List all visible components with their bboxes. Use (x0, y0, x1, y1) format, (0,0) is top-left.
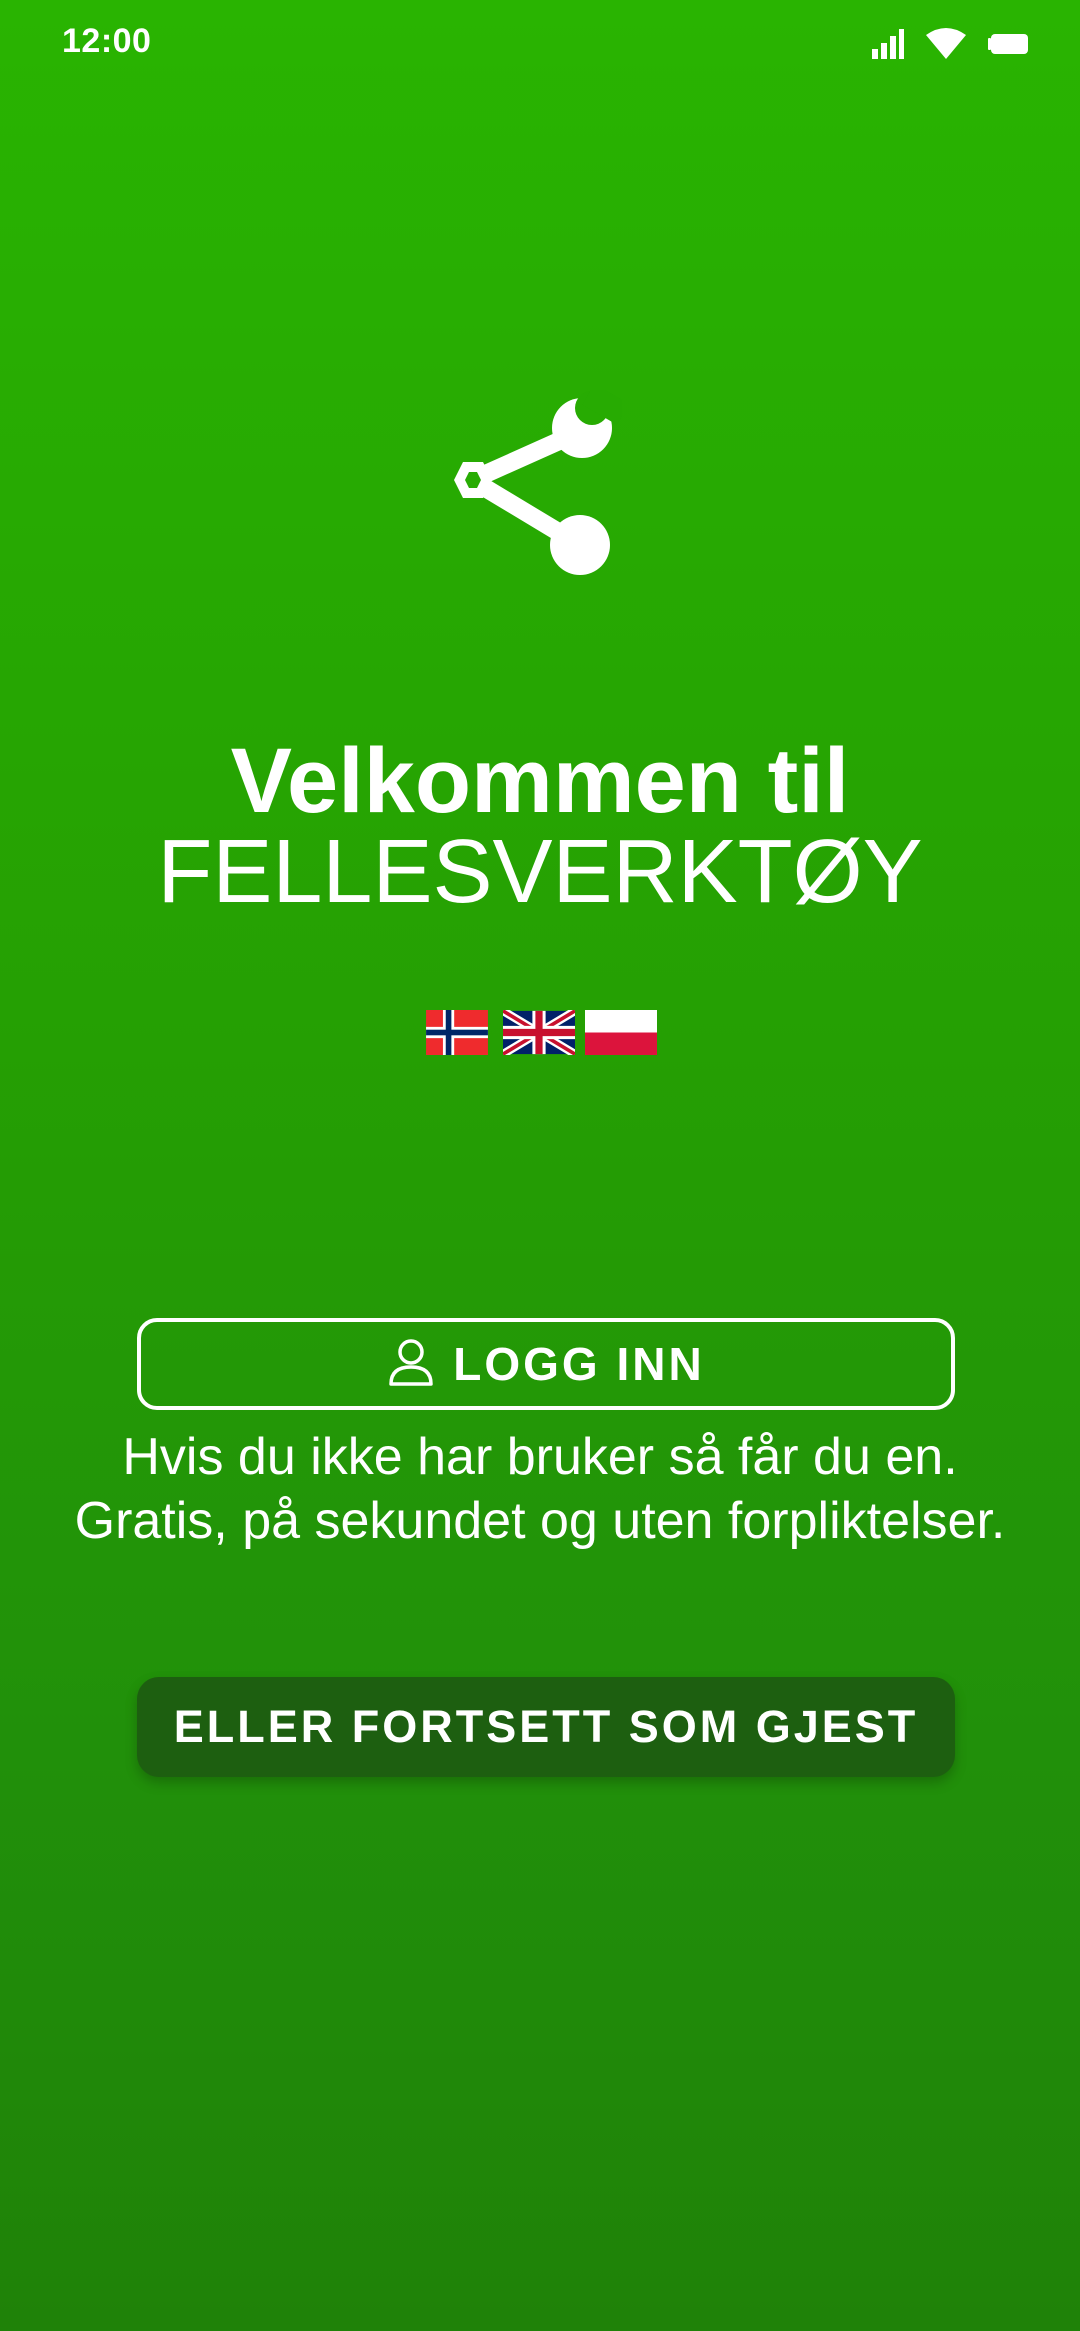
share-wrench-icon (432, 383, 629, 590)
language-selector (421, 1010, 657, 1055)
signup-info: Hvis du ikke har bruker så får du en. Gr… (0, 1425, 1080, 1553)
flag-norway-icon[interactable] (421, 1010, 493, 1055)
user-icon (387, 1337, 435, 1392)
battery-icon (988, 32, 1028, 61)
login-label: LOGG INN (453, 1338, 705, 1390)
status-icons (870, 26, 1028, 66)
status-time: 12:00 (62, 22, 152, 60)
welcome-title: Velkommen til (230, 730, 850, 832)
welcome-heading: Velkommen til FELLESVERKTØY (0, 735, 1080, 917)
app-name: FELLESVERKTØY (157, 822, 923, 922)
flag-poland-icon[interactable] (585, 1010, 657, 1055)
info-line-2: Gratis, på sekundet og uten forpliktelse… (74, 1492, 1006, 1550)
status-bar: 12:00 (0, 0, 1080, 84)
signal-icon (870, 27, 904, 66)
info-line-1: Hvis du ikke har bruker så får du en. (122, 1428, 958, 1486)
login-button[interactable]: LOGG INN (137, 1318, 955, 1410)
guest-label: ELLER FORTSETT SOM GJEST (173, 1701, 919, 1752)
wifi-icon (924, 27, 968, 66)
flag-uk-icon[interactable] (503, 1010, 575, 1055)
continue-as-guest-button[interactable]: ELLER FORTSETT SOM GJEST (137, 1677, 955, 1777)
